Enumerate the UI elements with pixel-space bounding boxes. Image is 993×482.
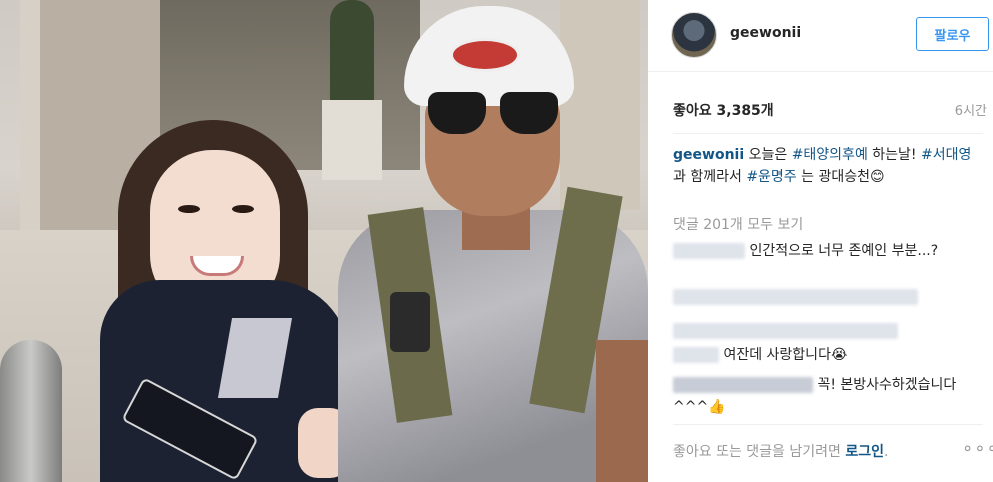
- post-header: geewonii 팔로우: [648, 0, 993, 72]
- blurred-username: [673, 377, 813, 393]
- likes-row: 좋아요 3,385개 6시간: [673, 100, 987, 120]
- cap-logo: [450, 38, 520, 72]
- more-options-icon[interactable]: ∘∘∘: [962, 438, 993, 459]
- caption-text: 오늘은: [744, 147, 792, 163]
- caption-text: 과 함께라서: [673, 169, 747, 185]
- comment-item: [673, 286, 973, 308]
- background-pillar-right: [560, 0, 640, 210]
- blurred-username: [673, 243, 745, 259]
- comment-item: 여잔데 사랑합니다😭: [673, 344, 973, 366]
- comment-item: [673, 320, 973, 342]
- post-photo[interactable]: [0, 0, 648, 482]
- caption-text: 는 광대승천😊: [796, 169, 885, 185]
- likes-count[interactable]: 좋아요 3,385개: [673, 100, 774, 120]
- login-prompt-text: 좋아요 또는 댓글을 남기려면: [673, 444, 846, 460]
- divider: [673, 133, 983, 134]
- man-sunglasses: [428, 92, 560, 136]
- background-planter: [322, 100, 382, 180]
- login-link[interactable]: 로그인: [845, 444, 884, 460]
- view-all-comments-link[interactable]: 댓글 201개 모두 보기: [673, 214, 803, 234]
- post-time[interactable]: 6시간: [955, 100, 987, 119]
- hashtag-link[interactable]: #윤명주: [746, 169, 796, 185]
- man-arm: [596, 340, 648, 482]
- login-prompt: 좋아요 또는 댓글을 남기려면 로그인.: [673, 441, 888, 461]
- caption-username[interactable]: geewonii: [673, 147, 744, 163]
- divider: [673, 424, 983, 425]
- avatar[interactable]: [671, 12, 717, 58]
- hashtag-link[interactable]: #태양의후예: [792, 147, 868, 163]
- blurred-comment: [673, 323, 898, 339]
- blurred-comment: [673, 289, 918, 305]
- comment-text: 인간적으로 너무 존예인 부분...?: [749, 243, 939, 259]
- caption-text: 하는날!: [867, 147, 921, 163]
- background-bollard: [0, 340, 62, 482]
- login-prompt-end: .: [884, 444, 889, 460]
- post-caption: geewonii 오늘은 #태양의후예 하는날! #서대영 과 함께라서 #윤명…: [673, 144, 973, 188]
- walkie-talkie: [390, 292, 430, 352]
- follow-button[interactable]: 팔로우: [916, 17, 989, 51]
- blurred-username: [673, 347, 719, 363]
- comment-item: 꼭! 본방사수하겠습니다^^^👍: [673, 374, 973, 418]
- comment-item: 인간적으로 너무 존예인 부분...?: [673, 240, 973, 262]
- hashtag-link[interactable]: #서대영: [921, 147, 971, 163]
- post-details-panel: geewonii 팔로우 좋아요 3,385개 6시간 geewonii 오늘은…: [648, 0, 993, 482]
- woman-eye-right: [232, 205, 254, 213]
- woman-eye-left: [178, 205, 200, 213]
- header-username[interactable]: geewonii: [730, 25, 801, 41]
- background-plant: [330, 0, 374, 110]
- comment-text: 여잔데 사랑합니다😭: [723, 347, 848, 363]
